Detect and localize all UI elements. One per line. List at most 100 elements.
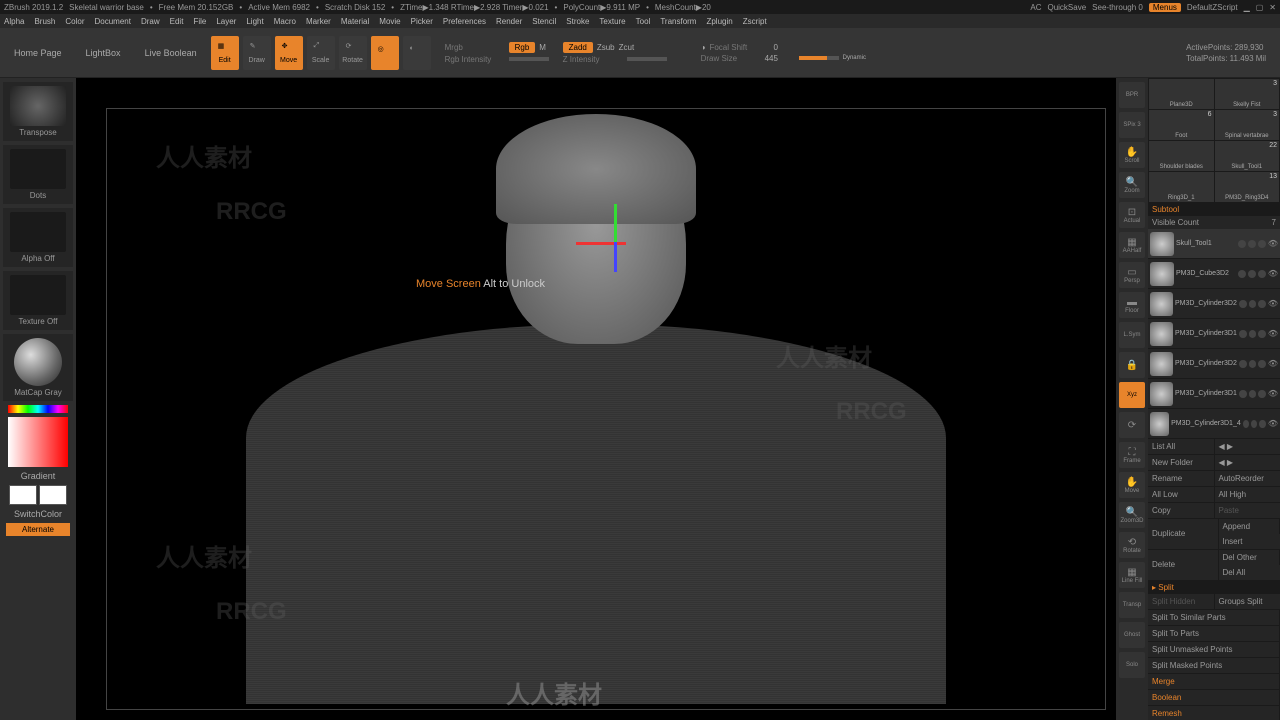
gizmo-button[interactable]: ◎ — [371, 36, 399, 70]
menu-zscript[interactable]: Zscript — [743, 17, 767, 26]
spix-button[interactable]: SPix 3 — [1119, 112, 1145, 138]
sculptris-button[interactable]: ◐ — [403, 36, 431, 70]
menu-macro[interactable]: Macro — [274, 17, 296, 26]
zoom3d-button[interactable]: 🔍Zoom3D — [1119, 502, 1145, 528]
rotate-nav-button[interactable]: ⟲Rotate — [1119, 532, 1145, 558]
insert-button[interactable]: Insert — [1219, 534, 1280, 549]
rotate-mode-button[interactable]: ⟳Rotate — [339, 36, 367, 70]
subtool-item[interactable]: PM3D_Cylinder3D1👁 — [1148, 379, 1280, 409]
subtool-item[interactable]: PM3D_Cylinder3D2👁 — [1148, 349, 1280, 379]
menu-tool[interactable]: Tool — [636, 17, 651, 26]
window-min-icon[interactable]: ▁ — [1244, 3, 1250, 12]
gradient-label[interactable]: Gradient — [21, 471, 56, 481]
tool-thumb[interactable]: Shoulder blades — [1149, 141, 1214, 171]
tool-thumb[interactable]: 22Skull_Tool1 — [1215, 141, 1280, 171]
frame-button[interactable]: ⛶Frame — [1119, 442, 1145, 468]
merge-header[interactable]: Merge — [1148, 674, 1280, 689]
menu-brush[interactable]: Brush — [34, 17, 55, 26]
default-zscript[interactable]: DefaultZScript — [1187, 3, 1238, 12]
all-low-button[interactable]: All Low — [1148, 487, 1215, 502]
paste-button[interactable]: Paste — [1215, 503, 1280, 518]
solo-button[interactable]: Solo — [1119, 652, 1145, 678]
split-similar-button[interactable]: Split To Similar Parts — [1148, 610, 1280, 625]
menu-edit[interactable]: Edit — [170, 17, 184, 26]
menus-button[interactable]: Menus — [1149, 3, 1181, 12]
scale-mode-button[interactable]: ⤢Scale — [307, 36, 335, 70]
tool-thumb[interactable]: Plane3D — [1149, 79, 1214, 109]
menu-layer[interactable]: Layer — [216, 17, 236, 26]
split-hidden-button[interactable]: Split Hidden — [1148, 594, 1215, 609]
menu-draw[interactable]: Draw — [141, 17, 160, 26]
menu-render[interactable]: Render — [496, 17, 522, 26]
remesh-header[interactable]: Remesh — [1148, 706, 1280, 720]
append-button[interactable]: Append — [1219, 519, 1280, 534]
menu-alpha[interactable]: Alpha — [4, 17, 24, 26]
window-close-icon[interactable]: ✕ — [1269, 3, 1276, 12]
menu-movie[interactable]: Movie — [379, 17, 400, 26]
split-masked-button[interactable]: Split Masked Points — [1148, 658, 1280, 673]
stroke-dots[interactable]: Dots — [3, 145, 73, 204]
menu-zplugin[interactable]: Zplugin — [706, 17, 732, 26]
lightbox-button[interactable]: LightBox — [76, 42, 131, 64]
tool-thumb[interactable]: 3Spinal vertabrae — [1215, 110, 1280, 140]
move-mode-button[interactable]: ✥Move — [275, 36, 303, 70]
texture-slot[interactable]: Texture Off — [3, 271, 73, 330]
alpha-slot[interactable]: Alpha Off — [3, 208, 73, 267]
draw-mode-button[interactable]: ✎Draw — [243, 36, 271, 70]
transform-gizmo[interactable] — [586, 214, 646, 274]
duplicate-button[interactable]: Duplicate — [1148, 519, 1219, 549]
list-arrows[interactable]: ◀ ▶ — [1215, 439, 1280, 454]
menu-document[interactable]: Document — [95, 17, 131, 26]
subtool-item[interactable]: Skull_Tool1👁 — [1148, 229, 1280, 259]
zoom-button[interactable]: 🔍Zoom — [1119, 172, 1145, 198]
aahalf-button[interactable]: ▦AAHalf — [1119, 232, 1145, 258]
scroll-button[interactable]: ✋Scroll — [1119, 142, 1145, 168]
floor-button[interactable]: ▬Floor — [1119, 292, 1145, 318]
quicksave-button[interactable]: QuickSave — [1047, 3, 1086, 12]
window-max-icon[interactable]: ▢ — [1256, 3, 1264, 12]
zadd-toggle[interactable]: Zadd — [563, 42, 593, 53]
menu-picker[interactable]: Picker — [411, 17, 433, 26]
bpr-button[interactable]: BPR — [1119, 82, 1145, 108]
hue-strip[interactable] — [8, 405, 68, 413]
tool-thumb[interactable]: 3Skelly Fist — [1215, 79, 1280, 109]
tool-thumb[interactable]: 13PM3D_Ring3D4 — [1215, 172, 1280, 202]
viewport[interactable]: Move Screen Alt to Unlock www.rrcg.cn 人人… — [76, 78, 1116, 720]
persp-button[interactable]: ▭Persp — [1119, 262, 1145, 288]
xyz-button[interactable]: Xyz — [1119, 382, 1145, 408]
color-picker[interactable] — [8, 417, 68, 467]
boolean-header[interactable]: Boolean — [1148, 690, 1280, 705]
del-other-button[interactable]: Del Other — [1219, 550, 1280, 565]
menu-marker[interactable]: Marker — [306, 17, 331, 26]
rgb-intensity-slider[interactable]: Rgb Intensity — [445, 55, 505, 64]
subtool-item[interactable]: PM3D_Cube3D2👁 — [1148, 259, 1280, 289]
split-header[interactable]: ▸ Split — [1148, 581, 1280, 594]
rgb-toggle[interactable]: Rgb — [509, 42, 536, 53]
menu-transform[interactable]: Transform — [660, 17, 696, 26]
transp-button[interactable]: Transp — [1119, 592, 1145, 618]
menu-file[interactable]: File — [193, 17, 206, 26]
lock-button[interactable]: 🔒 — [1119, 352, 1145, 378]
menu-color[interactable]: Color — [65, 17, 84, 26]
menu-texture[interactable]: Texture — [599, 17, 625, 26]
menu-material[interactable]: Material — [341, 17, 369, 26]
edit-mode-button[interactable]: ▦Edit — [211, 36, 239, 70]
copy-button[interactable]: Copy — [1148, 503, 1215, 518]
seethrough-slider[interactable]: See-through 0 — [1092, 3, 1143, 12]
menu-stencil[interactable]: Stencil — [532, 17, 556, 26]
z-intensity-slider[interactable]: Z Intensity — [563, 55, 623, 64]
all-high-button[interactable]: All High — [1215, 487, 1280, 502]
material-slot[interactable]: MatCap Gray — [3, 334, 73, 401]
transpose-tool[interactable]: Transpose — [3, 82, 73, 141]
rename-button[interactable]: Rename — [1148, 471, 1215, 486]
home-page-button[interactable]: Home Page — [4, 42, 72, 64]
draw-size-slider[interactable]: Draw Size — [701, 54, 761, 63]
menu-light[interactable]: Light — [246, 17, 263, 26]
menu-preferences[interactable]: Preferences — [443, 17, 486, 26]
main-color-swatch[interactable] — [9, 485, 37, 505]
tool-thumb[interactable]: 6Foot — [1149, 110, 1214, 140]
subtool-item[interactable]: PM3D_Cylinder3D2👁 — [1148, 289, 1280, 319]
folder-arrows[interactable]: ◀ ▶ — [1215, 455, 1280, 470]
subtool-item[interactable]: PM3D_Cylinder3D1👁 — [1148, 319, 1280, 349]
ghost-button[interactable]: Ghost — [1119, 622, 1145, 648]
